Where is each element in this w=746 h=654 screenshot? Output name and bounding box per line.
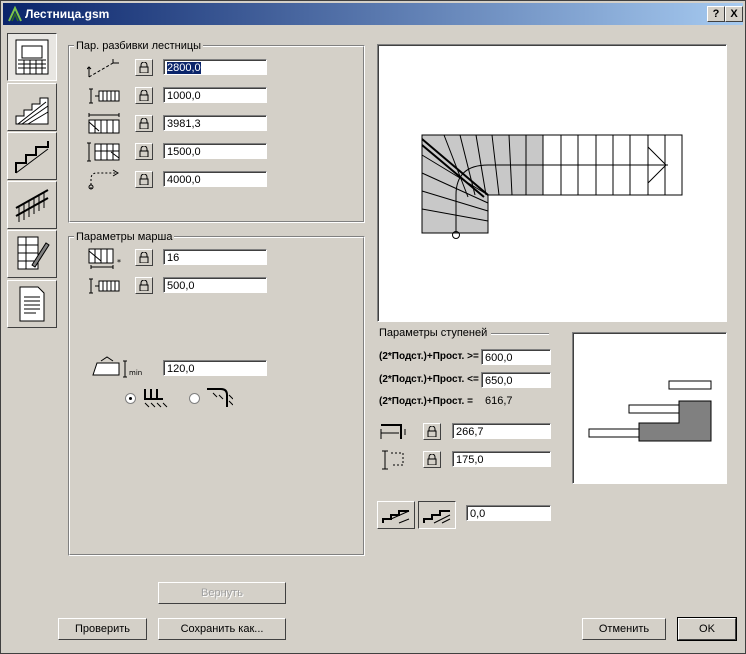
- step-style-b-button[interactable]: [418, 501, 456, 529]
- lock-button-8[interactable]: [423, 423, 441, 440]
- lock-icon: [427, 454, 437, 465]
- lock-icon: [427, 426, 437, 437]
- lock-button-3[interactable]: [135, 115, 153, 132]
- rule1-field[interactable]: 600,0: [481, 349, 551, 365]
- step-style-b-icon: [423, 510, 451, 524]
- riser-field[interactable]: 175,0: [452, 451, 551, 467]
- height-field[interactable]: 2800,0: [163, 59, 267, 75]
- tab-document[interactable]: [7, 280, 57, 328]
- tab-tools[interactable]: [7, 230, 57, 278]
- step-profile-drawing: [588, 380, 712, 442]
- rule1-label: (2*Подст.)+Прост. >=: [379, 351, 479, 362]
- check-button[interactable]: Проверить: [58, 618, 147, 640]
- min-offset-field[interactable]: 120,0: [163, 360, 267, 376]
- lock-button-9[interactable]: [423, 451, 441, 468]
- landing-icon: [87, 142, 120, 162]
- breakdown-title: Пар. разбивки лестницы: [74, 40, 204, 52]
- revert-button[interactable]: Вернуть: [158, 582, 286, 604]
- tab-railing[interactable]: [7, 181, 57, 229]
- rule3-value: 616,7: [485, 395, 513, 407]
- height-icon: [87, 59, 119, 78]
- stair-section-icon: [15, 97, 49, 125]
- document-icon: [19, 286, 45, 322]
- lock-button-4[interactable]: [135, 143, 153, 160]
- close-button[interactable]: X: [725, 6, 743, 22]
- stair-3d-icon: [15, 141, 49, 174]
- stair-plan-icon: [15, 39, 49, 75]
- lock-icon: [139, 90, 149, 101]
- cancel-button[interactable]: Отменить: [582, 618, 666, 640]
- rule3-label: (2*Подст.)+Прост. =: [379, 396, 473, 407]
- landing-field[interactable]: 1500,0: [163, 143, 267, 159]
- app-icon: [8, 6, 22, 22]
- tread-icon: [380, 424, 406, 439]
- walkline-icon: [88, 169, 119, 190]
- lock-icon: [139, 118, 149, 129]
- lock-button-7[interactable]: [135, 277, 153, 294]
- lock-icon: [139, 146, 149, 157]
- rule2-label: (2*Подст.)+Прост. <=: [379, 374, 479, 385]
- step-style-a-icon: [382, 510, 410, 524]
- rule2-field[interactable]: 650,0: [481, 372, 551, 388]
- length-icon: [88, 113, 120, 134]
- width-field[interactable]: 1000,0: [163, 87, 267, 103]
- lock-icon: [139, 252, 149, 263]
- tab-stair-3d[interactable]: [7, 132, 57, 180]
- dialog-window: Лестница.gsm ? X Пар. разбивки лестницы …: [0, 0, 746, 654]
- step-count-icon: *: [88, 248, 121, 269]
- flight-width-field[interactable]: 500,0: [163, 277, 267, 293]
- window-title: Лестница.gsm: [25, 7, 110, 21]
- step-style-a-button[interactable]: [377, 501, 415, 529]
- riser-icon: [382, 450, 404, 470]
- svg-text:*: *: [117, 258, 121, 267]
- length-field[interactable]: 3981,3: [163, 115, 267, 131]
- lock-icon: [139, 174, 149, 185]
- min-offset-icon: min: [92, 356, 142, 378]
- ok-button[interactable]: OK: [677, 617, 737, 641]
- lock-icon: [139, 62, 149, 73]
- step-count-field[interactable]: 16: [163, 249, 267, 265]
- stair-type-a-icon: [144, 389, 168, 408]
- width-icon: [89, 88, 120, 104]
- svg-text:min: min: [129, 369, 142, 377]
- stair-type-b-icon: [207, 388, 233, 407]
- railing-icon: [15, 189, 49, 222]
- walkline-field[interactable]: 4000,0: [163, 171, 267, 187]
- steps-divider: [491, 333, 549, 335]
- tools-icon: [17, 236, 50, 270]
- tab-section[interactable]: [7, 83, 57, 131]
- lock-button-2[interactable]: [135, 87, 153, 104]
- tread-field[interactable]: 266,7: [452, 423, 551, 439]
- steps-title: Параметры ступеней: [379, 327, 488, 339]
- tab-plan[interactable]: [7, 33, 57, 81]
- flight-title: Параметры марша: [74, 231, 175, 243]
- radio-option-1[interactable]: [125, 393, 136, 404]
- radio-option-2[interactable]: [189, 393, 200, 404]
- lock-icon: [139, 280, 149, 291]
- save-as-button[interactable]: Сохранить как...: [158, 618, 286, 640]
- step-preview: [572, 332, 727, 484]
- lock-button-6[interactable]: [135, 249, 153, 266]
- lock-button-5[interactable]: [135, 171, 153, 188]
- help-button[interactable]: ?: [707, 6, 725, 22]
- flight-width-icon: [89, 278, 120, 294]
- offset-field[interactable]: 0,0: [466, 505, 551, 521]
- plan-preview: [377, 44, 727, 322]
- lock-button-1[interactable]: [135, 59, 153, 76]
- stair-plan-drawing: [421, 134, 683, 239]
- title-bar: Лестница.gsm ? X: [3, 3, 743, 25]
